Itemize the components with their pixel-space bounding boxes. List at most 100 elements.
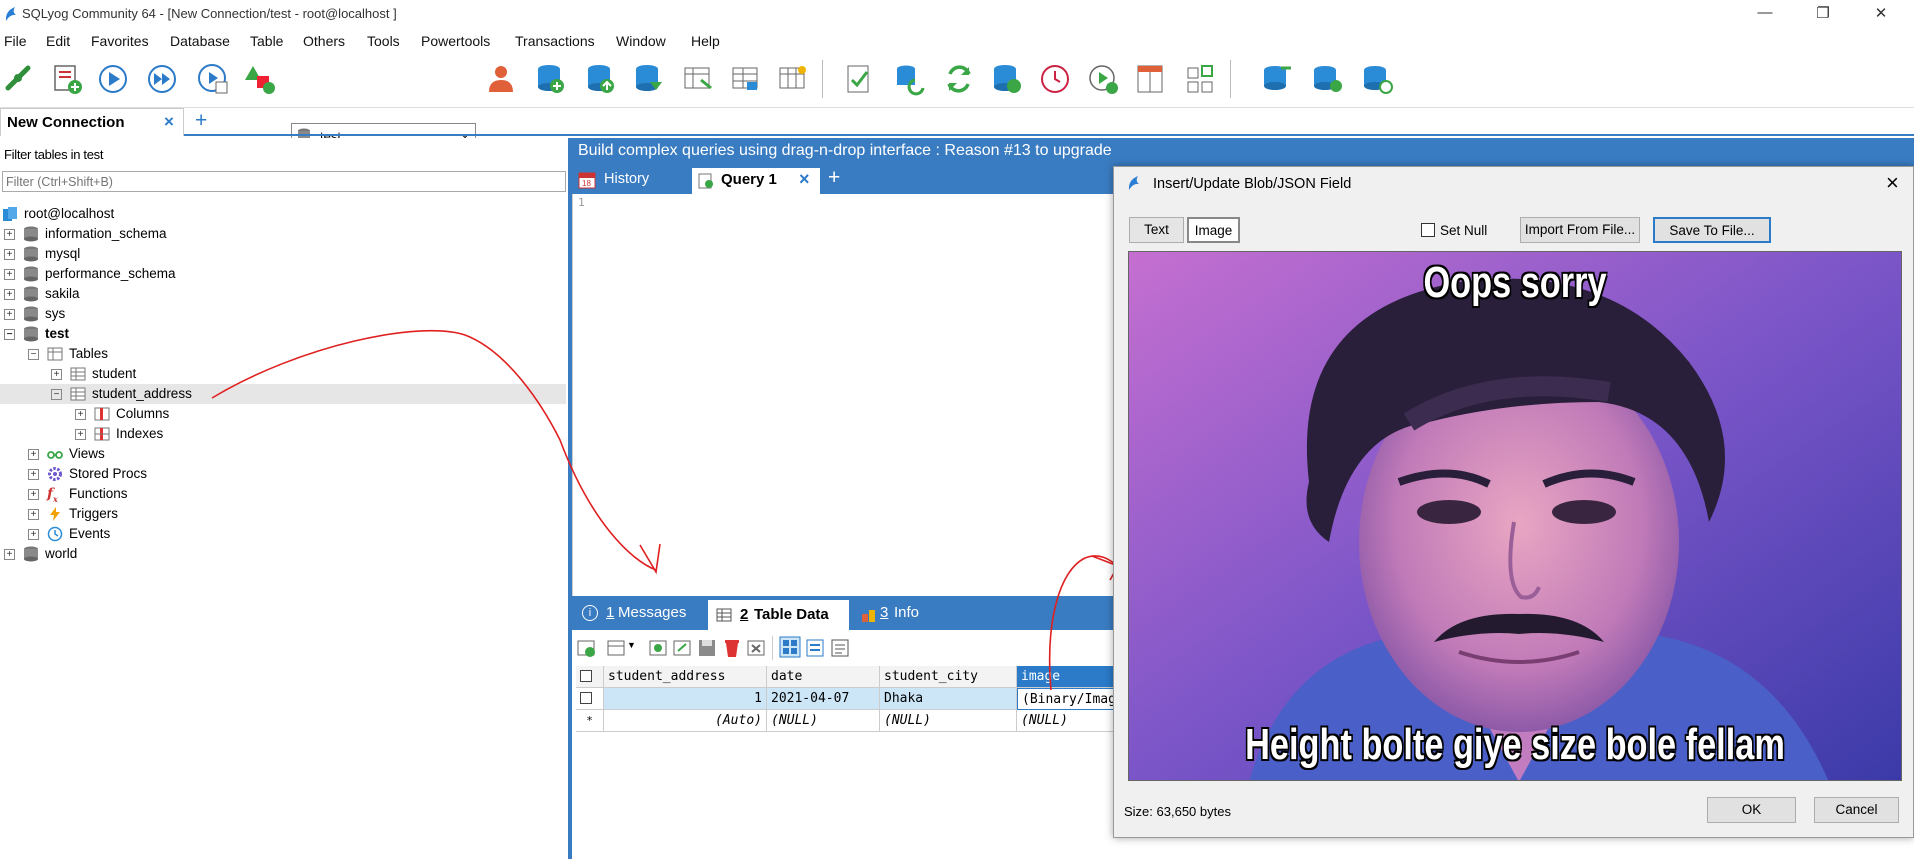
collapse-icon[interactable]: − <box>4 328 15 340</box>
schema-designer-icon[interactable] <box>243 62 277 96</box>
restore-button[interactable]: ❐ <box>1800 4 1846 26</box>
tree-folder-tables[interactable]: − Tables <box>28 344 108 364</box>
collapse-icon[interactable]: − <box>28 348 39 360</box>
import-table-icon[interactable] <box>681 62 715 96</box>
table-data-icon[interactable] <box>729 62 763 96</box>
tree-db-sakila[interactable]: + sakila <box>4 284 80 304</box>
expand-icon[interactable]: + <box>75 408 86 420</box>
expand-icon[interactable]: + <box>4 548 15 560</box>
menu-database[interactable]: Database <box>170 33 230 49</box>
expand-icon[interactable]: + <box>4 228 15 240</box>
refresh-data-icon[interactable] <box>672 638 692 658</box>
chevron-down-icon[interactable]: ▼ <box>627 640 636 650</box>
expand-icon[interactable]: + <box>28 448 39 460</box>
menu-file[interactable]: File <box>4 33 27 49</box>
scheduled-jobs-icon[interactable] <box>1038 62 1072 96</box>
add-tab-icon[interactable]: + <box>195 109 207 133</box>
tab-table-data[interactable]: 2 Table Data <box>708 600 849 630</box>
menu-others[interactable]: Others <box>303 33 345 49</box>
tree-table-student-address[interactable]: − student_address <box>51 384 192 404</box>
text-view-icon[interactable] <box>830 638 850 658</box>
server-status-icon[interactable] <box>1261 62 1295 96</box>
tab-query-1[interactable]: Query 1 × <box>692 168 820 194</box>
user-manager-icon[interactable] <box>484 62 518 96</box>
collapse-icon[interactable]: − <box>51 388 62 400</box>
cancel-changes-icon[interactable] <box>746 638 766 658</box>
menu-tools[interactable]: Tools <box>367 33 400 49</box>
expand-icon[interactable]: + <box>4 268 15 280</box>
tree-db-performance-schema[interactable]: + performance_schema <box>4 264 176 284</box>
grid-view-icon[interactable] <box>779 636 801 658</box>
expand-icon[interactable]: + <box>28 528 39 540</box>
expand-icon[interactable]: + <box>28 508 39 520</box>
new-query-icon[interactable] <box>50 62 84 96</box>
ok-button[interactable]: OK <box>1707 797 1796 823</box>
tree-folder-triggers[interactable]: + Triggers <box>28 504 118 524</box>
grid-cell[interactable]: (NULL) <box>1017 710 1116 732</box>
minimize-button[interactable]: — <box>1742 4 1788 26</box>
tree-folder-views[interactable]: + Views <box>28 444 105 464</box>
tree-node-indexes[interactable]: + Indexes <box>75 424 163 444</box>
grid-cell[interactable]: (Auto) <box>604 710 767 732</box>
column-header[interactable]: student_address <box>604 666 767 688</box>
grid-cell-selected[interactable]: (Binary/Image) <box>1017 688 1116 710</box>
notifications-icon[interactable] <box>1134 62 1168 96</box>
close-icon[interactable]: × <box>799 169 810 190</box>
column-header[interactable]: date <box>767 666 880 688</box>
execute-all-icon[interactable] <box>145 62 179 96</box>
save-to-file-button[interactable]: Save To File... <box>1653 217 1771 243</box>
restore-database-icon[interactable] <box>632 62 666 96</box>
close-icon[interactable]: × <box>1886 170 1899 196</box>
tree-db-mysql[interactable]: + mysql <box>4 244 80 264</box>
expand-icon[interactable]: + <box>4 248 15 260</box>
tree-node-columns[interactable]: + Columns <box>75 404 169 424</box>
expand-icon[interactable]: + <box>28 468 39 480</box>
expand-icon[interactable]: + <box>4 308 15 320</box>
tree-db-information-schema[interactable]: + information_schema <box>4 224 167 244</box>
menu-powertools[interactable]: Powertools <box>421 33 490 49</box>
duplicate-row-icon[interactable] <box>648 638 668 658</box>
grid-cell[interactable]: (NULL) <box>880 710 1017 732</box>
save-icon[interactable] <box>697 638 717 658</box>
tab-image[interactable]: Image <box>1187 217 1240 243</box>
expand-icon[interactable]: + <box>4 288 15 300</box>
expand-icon[interactable]: + <box>51 368 62 380</box>
new-connection-icon[interactable] <box>2 62 36 96</box>
grid-cell[interactable]: 2021-04-07 <box>767 688 880 710</box>
variables-icon[interactable] <box>1361 62 1395 96</box>
menu-edit[interactable]: Edit <box>46 33 70 49</box>
row-checkbox-cell[interactable] <box>576 688 604 710</box>
add-database-icon[interactable] <box>534 62 568 96</box>
sync-schema-icon[interactable] <box>893 62 927 96</box>
execute-query-icon[interactable] <box>96 62 130 96</box>
process-list-icon[interactable] <box>1311 62 1345 96</box>
close-icon[interactable]: × <box>164 112 174 132</box>
delete-icon[interactable] <box>722 638 742 658</box>
tab-text[interactable]: Text <box>1129 217 1184 243</box>
execute-script-icon[interactable] <box>1087 62 1121 96</box>
column-header[interactable]: student_city <box>880 666 1017 688</box>
expand-icon[interactable]: + <box>75 428 86 440</box>
expand-icon[interactable]: + <box>28 488 39 500</box>
grid-cell[interactable]: (NULL) <box>767 710 880 732</box>
set-null-checkbox[interactable] <box>1421 223 1435 237</box>
query-builder-icon[interactable] <box>843 62 877 96</box>
grid-cell[interactable]: Dhaka <box>880 688 1017 710</box>
tree-folder-functions[interactable]: + fx Functions <box>28 484 128 504</box>
tree-db-test[interactable]: − test <box>4 324 69 344</box>
upgrade-banner[interactable]: Build complex queries using drag-n-drop … <box>572 138 1914 166</box>
refresh-icon[interactable] <box>942 62 976 96</box>
insert-row-icon[interactable] <box>576 638 596 658</box>
tree-table-student[interactable]: + student <box>51 364 136 384</box>
import-from-file-button[interactable]: Import From File... <box>1520 217 1640 243</box>
backup-database-icon[interactable] <box>584 62 618 96</box>
tab-new-connection[interactable]: New Connection × <box>0 108 184 136</box>
close-window-button[interactable]: ✕ <box>1858 4 1904 26</box>
menu-window[interactable]: Window <box>616 33 666 49</box>
filter-input[interactable] <box>2 171 566 192</box>
menu-help[interactable]: Help <box>691 33 720 49</box>
column-header[interactable]: image <box>1017 666 1116 688</box>
execute-edit-icon[interactable] <box>196 62 230 96</box>
data-sync-icon[interactable] <box>1184 62 1218 96</box>
db-compare-icon[interactable] <box>990 62 1024 96</box>
